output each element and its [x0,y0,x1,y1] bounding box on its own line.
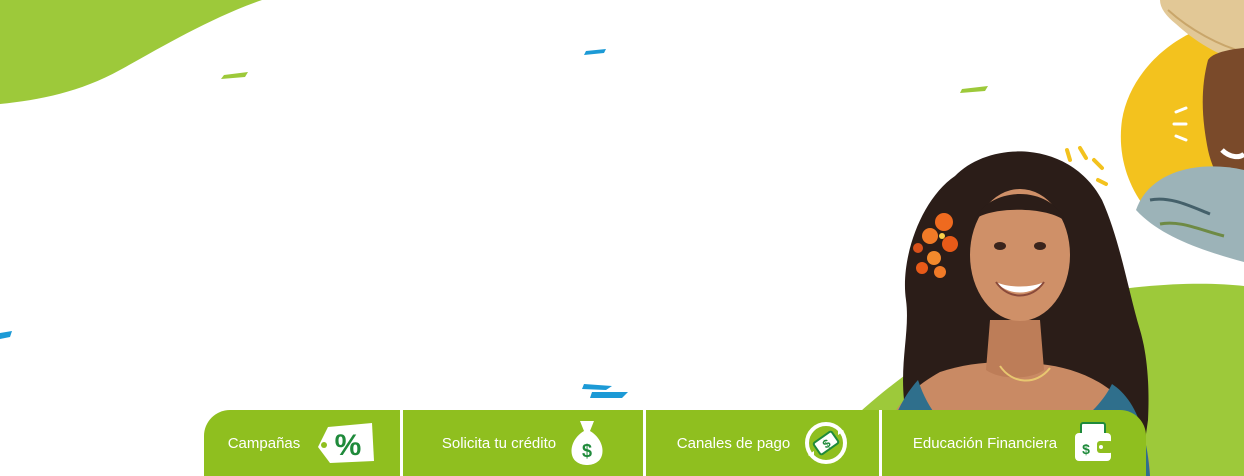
nav-item-label: Educación Financiera [912,434,1058,452]
cash-cycle-icon: $ [804,421,848,465]
blue-dash-bottom [582,384,612,390]
svg-text:%: % [335,429,362,462]
hero-background [0,0,1244,476]
nav-item-label: Canales de pago [676,434,791,452]
blue-dash-bottom-2 [590,392,628,398]
nav-item-label: Campañas [227,434,301,452]
nav-item-campanas[interactable]: Campañas % [204,410,400,476]
svg-text:$: $ [582,441,592,461]
green-dash-left [221,72,248,79]
svg-text:$: $ [1082,441,1090,457]
blue-dash-left-edge [0,331,12,339]
nav-item-educacion-financiera[interactable]: Educación Financiera $ [879,410,1146,476]
quick-links-nav: Campañas % Solicita tu crédito $ Canales… [204,410,1146,476]
blue-dash-top [584,49,606,55]
top-left-green-wave [0,0,262,104]
green-dash-right [960,86,988,93]
money-bag-icon: $ [570,419,604,467]
nav-item-solicita-credito[interactable]: Solicita tu crédito $ [400,410,643,476]
nav-item-canales-pago[interactable]: Canales de pago $ [643,410,879,476]
nav-item-label: Solicita tu crédito [441,434,557,452]
wallet-icon: $ [1071,421,1115,465]
percent-tag-icon: % [314,421,376,465]
